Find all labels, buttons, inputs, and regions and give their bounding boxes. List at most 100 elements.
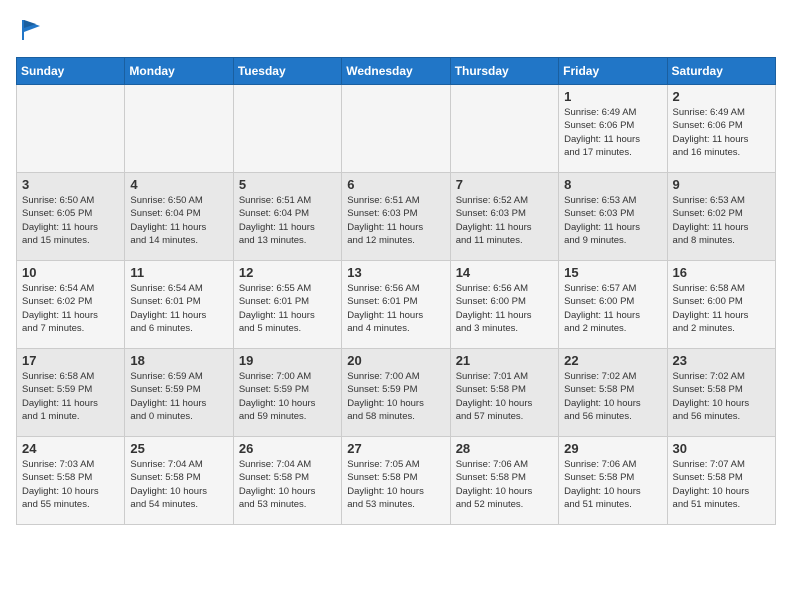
logo-flag-icon xyxy=(18,16,46,44)
day-info: Sunrise: 7:03 AM Sunset: 5:58 PM Dayligh… xyxy=(22,458,119,511)
day-number: 8 xyxy=(564,177,661,192)
day-info: Sunrise: 7:02 AM Sunset: 5:58 PM Dayligh… xyxy=(673,370,770,423)
logo xyxy=(16,16,46,49)
day-number: 7 xyxy=(456,177,553,192)
day-info: Sunrise: 7:00 AM Sunset: 5:59 PM Dayligh… xyxy=(239,370,336,423)
calendar-cell: 17 Sunrise: 6:58 AM Sunset: 5:59 PM Dayli… xyxy=(17,349,125,437)
day-number: 30 xyxy=(673,441,770,456)
calendar-cell: 7 Sunrise: 6:52 AM Sunset: 6:03 PM Daylig… xyxy=(450,173,558,261)
calendar-body: 1 Sunrise: 6:49 AM Sunset: 6:06 PM Daylig… xyxy=(17,85,776,525)
calendar-cell: 16 Sunrise: 6:58 AM Sunset: 6:00 PM Dayli… xyxy=(667,261,775,349)
day-number: 21 xyxy=(456,353,553,368)
day-info: Sunrise: 7:04 AM Sunset: 5:58 PM Dayligh… xyxy=(130,458,227,511)
page-header xyxy=(16,16,776,49)
day-number: 16 xyxy=(673,265,770,280)
calendar-cell: 11 Sunrise: 6:54 AM Sunset: 6:01 PM Dayli… xyxy=(125,261,233,349)
day-info: Sunrise: 7:06 AM Sunset: 5:58 PM Dayligh… xyxy=(564,458,661,511)
calendar-cell: 20 Sunrise: 7:00 AM Sunset: 5:59 PM Dayli… xyxy=(342,349,450,437)
day-number: 6 xyxy=(347,177,444,192)
calendar-cell: 18 Sunrise: 6:59 AM Sunset: 5:59 PM Dayli… xyxy=(125,349,233,437)
calendar-cell xyxy=(342,85,450,173)
day-info: Sunrise: 6:58 AM Sunset: 5:59 PM Dayligh… xyxy=(22,370,119,423)
day-info: Sunrise: 7:06 AM Sunset: 5:58 PM Dayligh… xyxy=(456,458,553,511)
calendar-cell xyxy=(233,85,341,173)
day-number: 3 xyxy=(22,177,119,192)
day-info: Sunrise: 6:56 AM Sunset: 6:01 PM Dayligh… xyxy=(347,282,444,335)
day-info: Sunrise: 7:04 AM Sunset: 5:58 PM Dayligh… xyxy=(239,458,336,511)
day-number: 27 xyxy=(347,441,444,456)
day-number: 20 xyxy=(347,353,444,368)
calendar-cell: 4Sunrise: 6:50 AM Sunset: 6:04 PM Daylig… xyxy=(125,173,233,261)
calendar-week-row: 17 Sunrise: 6:58 AM Sunset: 5:59 PM Dayli… xyxy=(17,349,776,437)
day-number: 22 xyxy=(564,353,661,368)
day-number: 18 xyxy=(130,353,227,368)
day-info: Sunrise: 7:01 AM Sunset: 5:58 PM Dayligh… xyxy=(456,370,553,423)
day-info: Sunrise: 6:58 AM Sunset: 6:00 PM Dayligh… xyxy=(673,282,770,335)
day-info: Sunrise: 6:59 AM Sunset: 5:59 PM Dayligh… xyxy=(130,370,227,423)
day-number: 24 xyxy=(22,441,119,456)
day-number: 1 xyxy=(564,89,661,104)
calendar-cell xyxy=(125,85,233,173)
calendar-header: SundayMondayTuesdayWednesdayThursdayFrid… xyxy=(17,58,776,85)
day-info: Sunrise: 6:52 AM Sunset: 6:03 PM Dayligh… xyxy=(456,194,553,247)
weekday-header-sunday: Sunday xyxy=(17,58,125,85)
calendar-cell: 30 Sunrise: 7:07 AM Sunset: 5:58 PM Dayli… xyxy=(667,437,775,525)
day-info: Sunrise: 6:50 AM Sunset: 6:04 PM Dayligh… xyxy=(130,194,227,247)
calendar-cell: 19 Sunrise: 7:00 AM Sunset: 5:59 PM Dayli… xyxy=(233,349,341,437)
day-number: 15 xyxy=(564,265,661,280)
calendar-cell: 6 Sunrise: 6:51 AM Sunset: 6:03 PM Daylig… xyxy=(342,173,450,261)
calendar-cell: 5Sunrise: 6:51 AM Sunset: 6:04 PM Daylig… xyxy=(233,173,341,261)
calendar-cell: 12 Sunrise: 6:55 AM Sunset: 6:01 PM Dayli… xyxy=(233,261,341,349)
day-info: Sunrise: 6:54 AM Sunset: 6:01 PM Dayligh… xyxy=(130,282,227,335)
calendar-cell: 15 Sunrise: 6:57 AM Sunset: 6:00 PM Dayli… xyxy=(559,261,667,349)
calendar-cell: 9Sunrise: 6:53 AM Sunset: 6:02 PM Daylig… xyxy=(667,173,775,261)
day-number: 9 xyxy=(673,177,770,192)
day-info: Sunrise: 6:54 AM Sunset: 6:02 PM Dayligh… xyxy=(22,282,119,335)
calendar-cell: 8 Sunrise: 6:53 AM Sunset: 6:03 PM Daylig… xyxy=(559,173,667,261)
calendar-cell: 24 Sunrise: 7:03 AM Sunset: 5:58 PM Dayli… xyxy=(17,437,125,525)
day-info: Sunrise: 6:56 AM Sunset: 6:00 PM Dayligh… xyxy=(456,282,553,335)
day-number: 29 xyxy=(564,441,661,456)
weekday-header-wednesday: Wednesday xyxy=(342,58,450,85)
day-info: Sunrise: 6:49 AM Sunset: 6:06 PM Dayligh… xyxy=(564,106,661,159)
day-number: 17 xyxy=(22,353,119,368)
day-info: Sunrise: 6:53 AM Sunset: 6:03 PM Dayligh… xyxy=(564,194,661,247)
calendar-cell: 28 Sunrise: 7:06 AM Sunset: 5:58 PM Dayli… xyxy=(450,437,558,525)
day-info: Sunrise: 7:05 AM Sunset: 5:58 PM Dayligh… xyxy=(347,458,444,511)
calendar-cell: 10 Sunrise: 6:54 AM Sunset: 6:02 PM Dayli… xyxy=(17,261,125,349)
calendar-cell: 29 Sunrise: 7:06 AM Sunset: 5:58 PM Dayli… xyxy=(559,437,667,525)
calendar-cell xyxy=(450,85,558,173)
calendar-cell: 3 Sunrise: 6:50 AM Sunset: 6:05 PM Daylig… xyxy=(17,173,125,261)
calendar-cell: 21 Sunrise: 7:01 AM Sunset: 5:58 PM Dayli… xyxy=(450,349,558,437)
day-number: 19 xyxy=(239,353,336,368)
day-number: 28 xyxy=(456,441,553,456)
calendar-cell xyxy=(17,85,125,173)
day-info: Sunrise: 6:57 AM Sunset: 6:00 PM Dayligh… xyxy=(564,282,661,335)
calendar-cell: 13 Sunrise: 6:56 AM Sunset: 6:01 PM Dayli… xyxy=(342,261,450,349)
day-number: 11 xyxy=(130,265,227,280)
day-number: 12 xyxy=(239,265,336,280)
day-info: Sunrise: 6:49 AM Sunset: 6:06 PM Dayligh… xyxy=(673,106,770,159)
day-info: Sunrise: 6:51 AM Sunset: 6:03 PM Dayligh… xyxy=(347,194,444,247)
day-info: Sunrise: 6:55 AM Sunset: 6:01 PM Dayligh… xyxy=(239,282,336,335)
calendar-cell: 23 Sunrise: 7:02 AM Sunset: 5:58 PM Dayli… xyxy=(667,349,775,437)
calendar-cell: 25 Sunrise: 7:04 AM Sunset: 5:58 PM Dayli… xyxy=(125,437,233,525)
calendar-table: SundayMondayTuesdayWednesdayThursdayFrid… xyxy=(16,57,776,525)
weekday-header-thursday: Thursday xyxy=(450,58,558,85)
day-number: 13 xyxy=(347,265,444,280)
calendar-cell: 22Sunrise: 7:02 AM Sunset: 5:58 PM Dayli… xyxy=(559,349,667,437)
day-number: 5 xyxy=(239,177,336,192)
day-number: 25 xyxy=(130,441,227,456)
day-info: Sunrise: 6:50 AM Sunset: 6:05 PM Dayligh… xyxy=(22,194,119,247)
day-info: Sunrise: 7:07 AM Sunset: 5:58 PM Dayligh… xyxy=(673,458,770,511)
calendar-cell: 26Sunrise: 7:04 AM Sunset: 5:58 PM Dayli… xyxy=(233,437,341,525)
day-number: 2 xyxy=(673,89,770,104)
calendar-cell: 2 Sunrise: 6:49 AM Sunset: 6:06 PM Daylig… xyxy=(667,85,775,173)
day-number: 10 xyxy=(22,265,119,280)
weekday-header-saturday: Saturday xyxy=(667,58,775,85)
day-info: Sunrise: 7:00 AM Sunset: 5:59 PM Dayligh… xyxy=(347,370,444,423)
day-number: 23 xyxy=(673,353,770,368)
calendar-cell: 27 Sunrise: 7:05 AM Sunset: 5:58 PM Dayli… xyxy=(342,437,450,525)
weekday-header-row: SundayMondayTuesdayWednesdayThursdayFrid… xyxy=(17,58,776,85)
calendar-week-row: 3 Sunrise: 6:50 AM Sunset: 6:05 PM Daylig… xyxy=(17,173,776,261)
